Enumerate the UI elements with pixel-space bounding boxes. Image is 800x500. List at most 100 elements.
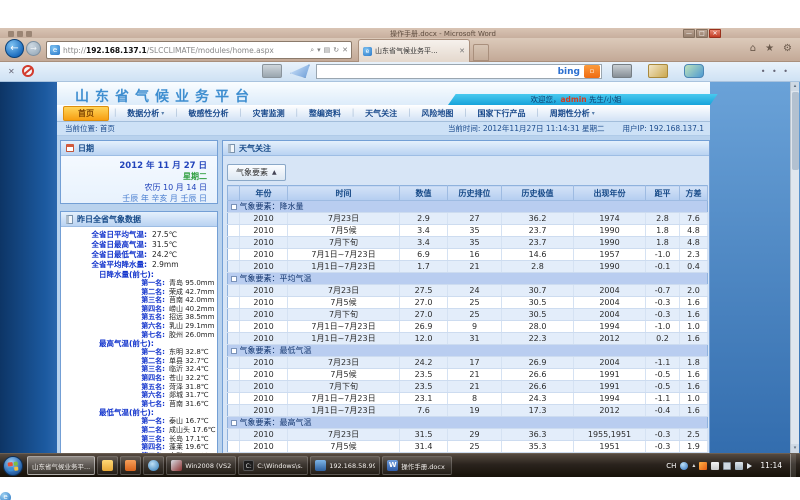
tray-app-icon[interactable]: [699, 462, 707, 470]
tab-title[interactable]: 山东省气候业务平...: [375, 46, 457, 56]
group-checkbox[interactable]: [231, 276, 237, 282]
messenger-icon[interactable]: [680, 462, 688, 470]
group-checkbox[interactable]: [231, 348, 237, 354]
display-icon[interactable]: [723, 462, 731, 470]
taskbar-item-4[interactable]: [143, 456, 164, 475]
taskbar-item-7[interactable]: 192.168.58.99...: [310, 456, 380, 475]
nav-item-1[interactable]: 首页: [63, 106, 109, 121]
system-tray: CH ▴ 11:14: [666, 454, 800, 477]
taskbar-item-8[interactable]: W操作手册.docx ...: [382, 456, 452, 475]
table-row: 20107月下旬27.02530.52004-0.31.6: [228, 309, 708, 321]
url-text[interactable]: http://192.168.137.1/SLCCLIMATE/modules/…: [63, 46, 310, 55]
row-checkbox-cell: [228, 369, 240, 381]
compatibility-icon[interactable]: ▤: [324, 46, 331, 54]
cell: 4.8: [680, 237, 708, 249]
page-scrollbar[interactable]: ▴ ▾: [790, 82, 799, 453]
column-header: 距平: [646, 186, 680, 201]
cell: 26.9: [400, 321, 448, 333]
rank-value: 莒南 31.6℃: [169, 400, 209, 409]
action-center-flag-icon[interactable]: [711, 462, 719, 470]
taskbar-item-3[interactable]: [120, 456, 141, 475]
taskbar-item-1[interactable]: e山东省气候业务平...: [27, 456, 95, 475]
cell: 31.5: [400, 429, 448, 441]
taskbar-clock[interactable]: 11:14: [760, 461, 782, 470]
cell: 2.5: [680, 429, 708, 441]
nav-item-6[interactable]: 天气关注: [355, 108, 407, 119]
send-icon[interactable]: [290, 64, 310, 78]
breadcrumb: 当前位置: 首页: [65, 123, 115, 134]
group-checkbox[interactable]: [231, 204, 237, 210]
scroll-down-icon[interactable]: ▾: [791, 444, 799, 453]
cell: 2010: [240, 297, 288, 309]
cell: 2010: [240, 381, 288, 393]
minimize-icon[interactable]: —: [683, 29, 695, 38]
tab-close-icon[interactable]: ✕: [459, 47, 465, 55]
network-icon[interactable]: [735, 462, 743, 470]
search-icon[interactable]: ⌕: [310, 46, 314, 55]
search-box[interactable]: bing ▫: [316, 64, 602, 79]
cell: 17.3: [502, 405, 574, 417]
start-button[interactable]: [3, 456, 23, 476]
taskbar-item-5[interactable]: Win2008 (VS2...: [166, 456, 236, 475]
cell: 21: [448, 369, 502, 381]
tray-expand-icon[interactable]: ▴: [692, 462, 695, 469]
new-tab-button[interactable]: [473, 44, 489, 61]
address-bar[interactable]: e http://192.168.137.1/SLCCLIMATE/module…: [46, 41, 352, 59]
language-indicator[interactable]: CH: [666, 462, 676, 470]
element-filter-button[interactable]: 气象要素 ▲: [227, 164, 286, 181]
cell: 27.5: [400, 285, 448, 297]
stat-line: 全省日最高气温:31.5℃: [61, 240, 217, 250]
row-checkbox-cell: [228, 225, 240, 237]
rank-label: 第二名:: [61, 288, 165, 297]
volume-icon[interactable]: [747, 463, 752, 469]
table-group-row: 气象要素：降水量: [228, 201, 708, 213]
nav-item-3[interactable]: 敏感性分析: [178, 108, 238, 119]
table-row: 20107月下旬23.52126.61991-0.51.6: [228, 381, 708, 393]
rank-value: 泰山 16.7℃: [169, 417, 209, 426]
home-icon[interactable]: ⌂: [750, 43, 756, 54]
cell: 2010: [240, 213, 288, 225]
cell: 30.5: [502, 297, 574, 309]
ganzhi-date: 壬辰 年 辛亥 月 壬辰 日: [61, 193, 207, 204]
cell: 23.5: [400, 381, 448, 393]
scroll-up-icon[interactable]: ▴: [791, 82, 799, 91]
page-favicon: e: [50, 45, 60, 55]
autocomplete-dropdown-icon[interactable]: ▾: [317, 46, 321, 54]
nav-item-4[interactable]: 灾害监测: [243, 108, 295, 119]
share-icon[interactable]: [684, 64, 704, 78]
nav-item-9[interactable]: 周期性分析▾: [540, 108, 605, 119]
cell: -0.7: [646, 285, 680, 297]
cell: 2010: [240, 393, 288, 405]
forward-button[interactable]: →: [26, 41, 41, 56]
nav-item-8[interactable]: 国家下行产品: [468, 108, 536, 119]
close-icon[interactable]: ✕: [709, 29, 721, 38]
show-desktop-button[interactable]: [790, 454, 796, 477]
table-row: 20107月23日2.92736.219742.87.6: [228, 213, 708, 225]
group-checkbox[interactable]: [231, 420, 237, 426]
nav-item-5[interactable]: 整编资料: [299, 108, 351, 119]
taskbar-item-6[interactable]: C:C:\Windows\s...: [238, 456, 308, 475]
window-controls[interactable]: — □ ✕: [683, 29, 721, 38]
camera-icon[interactable]: [612, 64, 632, 78]
cell: 2010: [240, 429, 288, 441]
maximize-icon[interactable]: □: [696, 29, 708, 38]
collapse-icon: ▲: [272, 169, 277, 176]
back-button[interactable]: ←: [5, 39, 24, 58]
nav-item-7[interactable]: 风险地图: [411, 108, 463, 119]
favorites-star-icon[interactable]: ★: [765, 43, 774, 54]
browser-tab[interactable]: e 山东省气候业务平... ✕: [358, 39, 470, 62]
close-toolbar-icon[interactable]: ✕: [8, 67, 15, 76]
stop-icon[interactable]: ✕: [342, 46, 348, 54]
pen-icon[interactable]: [648, 64, 668, 78]
cell: 1.6: [680, 405, 708, 417]
nav-item-2[interactable]: 数据分析▾: [117, 108, 174, 119]
cell: 30.5: [502, 309, 574, 321]
scrollbar-thumb[interactable]: [792, 92, 799, 170]
cell: 19: [448, 405, 502, 417]
refresh-icon[interactable]: ↻: [333, 46, 339, 54]
taskbar-item-2[interactable]: [97, 456, 118, 475]
search-go-button[interactable]: ▫: [584, 65, 600, 78]
more-options-icon[interactable]: • • •: [761, 67, 790, 76]
tools-gear-icon[interactable]: ⚙: [783, 43, 792, 54]
mail-icon[interactable]: [262, 64, 282, 78]
